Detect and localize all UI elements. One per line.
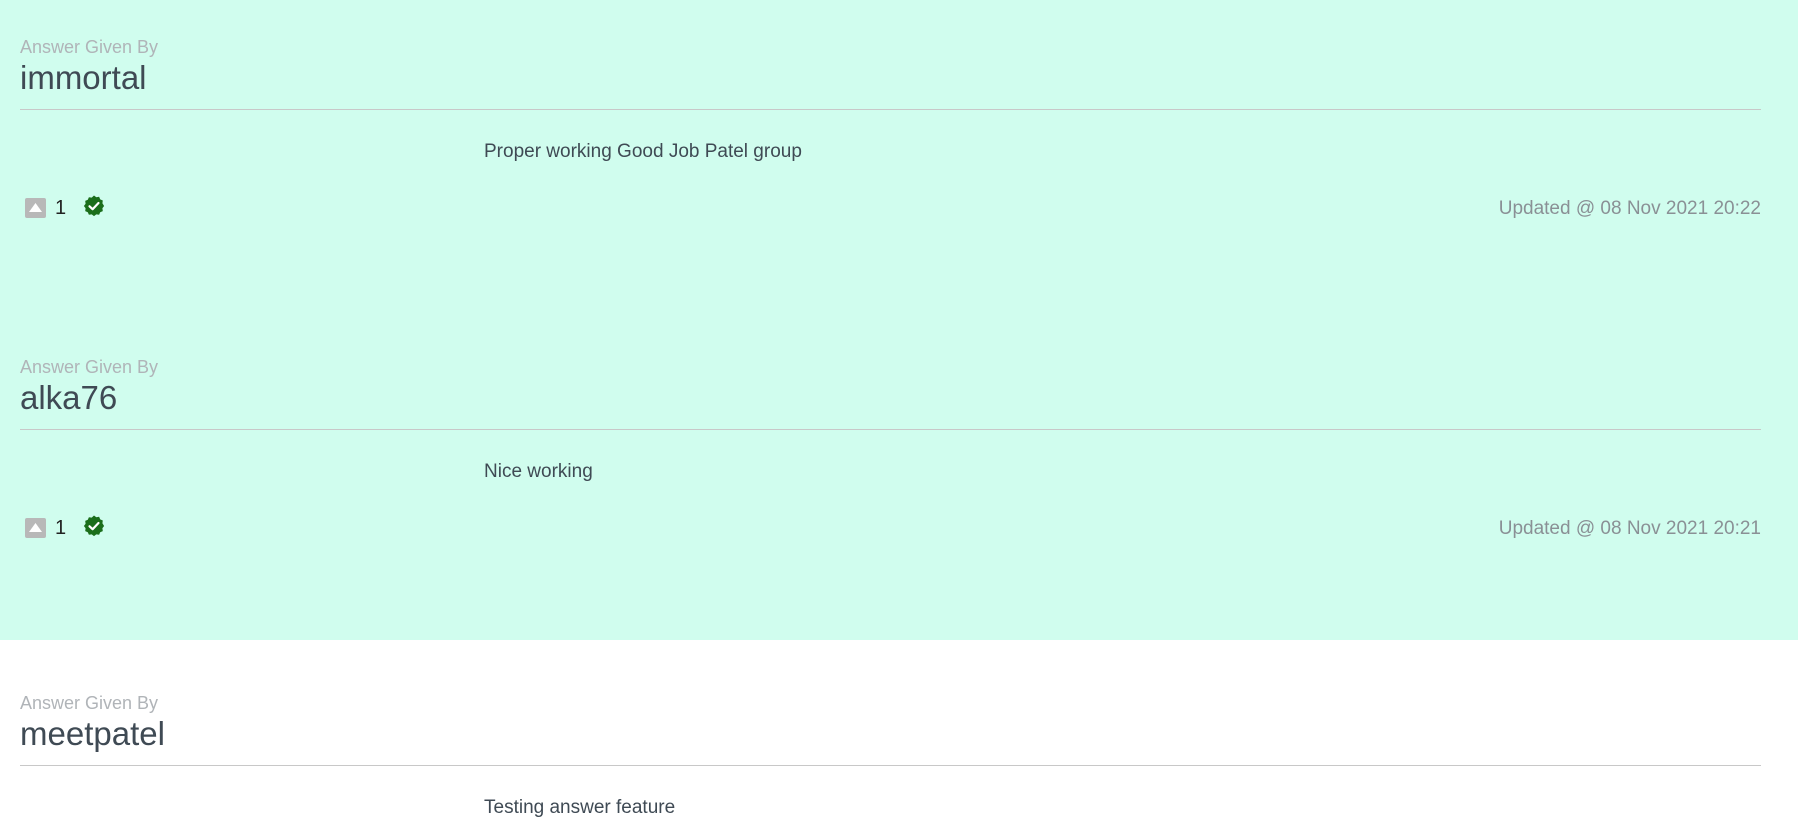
answer-text: Proper working Good Job Patel group: [484, 141, 802, 162]
caret-up-icon: [29, 203, 42, 212]
answer-meta-row: 1 Updated @ 08 Nov 2021 20:21: [20, 514, 1761, 544]
updated-timestamp: Updated @ 08 Nov 2021 20:22: [1498, 198, 1761, 219]
answer-given-by-label: Answer Given By: [20, 693, 159, 713]
answer-given-by-label: Answer Given By: [20, 357, 159, 377]
answer-author[interactable]: immortal: [20, 58, 1761, 110]
answer-author[interactable]: meetpatel: [20, 714, 1761, 766]
vote-count: 1: [55, 517, 67, 539]
answer-card: Answer Given By immortal Proper working …: [0, 0, 1798, 320]
caret-up-icon: [29, 523, 42, 532]
upvote-button[interactable]: [25, 518, 46, 538]
answer-card: Answer Given By meetpatel Testing answer…: [0, 640, 1798, 840]
verified-badge-icon: [83, 515, 105, 537]
answer-text: Nice working: [484, 461, 593, 482]
updated-timestamp: Updated @ 08 Nov 2021 20:21: [1498, 518, 1761, 539]
upvote-button[interactable]: [25, 198, 46, 218]
answer-meta-row: 1 Updated @ 08 Nov 2021 20:22: [20, 194, 1761, 224]
vote-count: 1: [55, 197, 67, 219]
verified-badge-icon: [83, 195, 105, 217]
answer-text: Testing answer feature: [484, 797, 676, 818]
answer-given-by-label: Answer Given By: [20, 37, 159, 57]
answer-author[interactable]: alka76: [20, 378, 1761, 430]
answer-card: Answer Given By alka76 Nice working 1 Up…: [0, 320, 1798, 640]
